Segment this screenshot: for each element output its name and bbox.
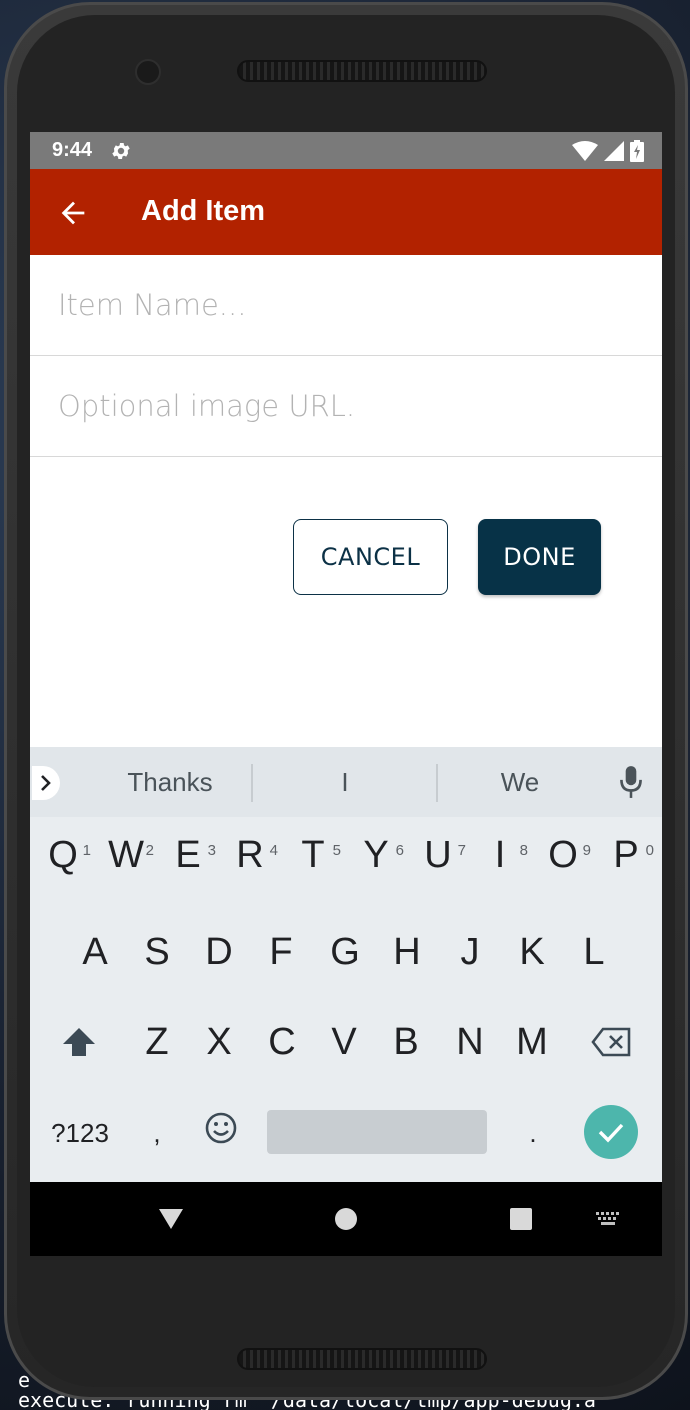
emoji-smiley-icon [205, 1112, 237, 1144]
key-p[interactable]: P 0 [596, 827, 656, 897]
key-d[interactable]: D [189, 922, 249, 982]
suggestion-divider [251, 764, 253, 802]
key-g[interactable]: G [315, 922, 375, 982]
key-label: O [548, 834, 578, 876]
navigation-bar [30, 1182, 662, 1256]
check-icon [598, 1123, 624, 1143]
key-n[interactable]: N [440, 1012, 500, 1072]
suggestion-3[interactable]: We [440, 765, 600, 799]
period-key[interactable]: . [518, 1113, 548, 1153]
key-q[interactable]: Q 1 [33, 827, 93, 897]
microphone-icon[interactable] [618, 765, 644, 799]
key-label: P [613, 834, 639, 876]
key-h[interactable]: H [377, 922, 437, 982]
key-j[interactable]: J [440, 922, 500, 982]
suggestion-divider [436, 764, 438, 802]
key-hint: 6 [395, 842, 404, 859]
key-m[interactable]: M [502, 1012, 562, 1072]
chevron-right-icon [41, 775, 51, 791]
key-label: Y [363, 834, 389, 876]
key-label: R [236, 834, 264, 876]
key-hint: 9 [582, 842, 591, 859]
key-z[interactable]: Z [127, 1012, 187, 1072]
front-camera [135, 59, 161, 85]
key-f[interactable]: F [251, 922, 311, 982]
nav-keyboard-switch-icon[interactable] [596, 1212, 622, 1226]
key-hint: 7 [457, 842, 466, 859]
space-key[interactable] [267, 1110, 487, 1154]
top-speaker-grille [237, 60, 487, 82]
image-url-input[interactable] [58, 376, 638, 436]
done-button[interactable]: DONE [478, 519, 601, 595]
key-c[interactable]: C [252, 1012, 312, 1072]
key-label: Q [48, 834, 78, 876]
backspace-key[interactable] [581, 1012, 641, 1072]
nav-back-triangle-icon[interactable] [158, 1207, 184, 1231]
key-hint: 2 [145, 842, 154, 859]
enter-key[interactable] [584, 1105, 638, 1159]
key-a[interactable]: A [65, 922, 125, 982]
nav-home-circle-icon[interactable] [334, 1207, 358, 1231]
key-hint: 3 [207, 842, 216, 859]
nav-recents-square-icon[interactable] [509, 1207, 533, 1231]
bottom-speaker-grille [237, 1348, 487, 1370]
key-b[interactable]: B [376, 1012, 436, 1072]
battery-icon [630, 140, 644, 162]
suggestion-expand-button[interactable] [32, 766, 60, 800]
soft-keyboard: Thanks I We Q 1 W 2 E 3 R 4 T 5 Y 6 U 7 … [30, 747, 662, 1182]
key-hint: 5 [332, 842, 341, 859]
cell-signal-icon [604, 141, 624, 161]
key-u[interactable]: U 7 [408, 827, 468, 897]
key-s[interactable]: S [127, 922, 187, 982]
key-v[interactable]: V [314, 1012, 374, 1072]
key-label: W [108, 834, 144, 876]
key-hint: 4 [269, 842, 278, 859]
key-o[interactable]: O 9 [533, 827, 593, 897]
item-name-input[interactable] [58, 275, 638, 335]
comma-key[interactable]: , [142, 1113, 172, 1153]
key-hint: 0 [645, 842, 654, 859]
key-e[interactable]: E 3 [158, 827, 218, 897]
key-y[interactable]: Y 6 [346, 827, 406, 897]
key-hint: 1 [82, 842, 91, 859]
key-r[interactable]: R 4 [220, 827, 280, 897]
suggestion-1[interactable]: Thanks [85, 765, 255, 799]
emoji-key[interactable] [200, 1107, 242, 1157]
status-icons [572, 140, 644, 162]
key-i[interactable]: I 8 [470, 827, 530, 897]
key-w[interactable]: W 2 [96, 827, 156, 897]
suggestion-bar: Thanks I We [30, 747, 662, 817]
key-hint: 8 [519, 842, 528, 859]
suggestion-2[interactable]: I [270, 765, 420, 799]
image-url-field [30, 356, 662, 457]
item-name-field [30, 255, 662, 356]
phone-screen: 9:44 Add Item CANCEL DONE [30, 132, 662, 1256]
key-t[interactable]: T 5 [283, 827, 343, 897]
key-x[interactable]: X [189, 1012, 249, 1072]
back-arrow-icon[interactable] [56, 196, 90, 230]
symbols-key[interactable]: ?123 [40, 1113, 120, 1153]
shift-key[interactable] [49, 1012, 109, 1072]
app-bar: Add Item [30, 169, 662, 255]
key-label: T [301, 834, 325, 876]
backspace-icon [591, 1027, 631, 1057]
settings-gear-icon [112, 143, 130, 159]
key-label: I [494, 834, 506, 876]
key-label: U [424, 834, 452, 876]
cancel-button[interactable]: CANCEL [293, 519, 448, 595]
shift-icon [63, 1028, 95, 1056]
key-l[interactable]: L [564, 922, 624, 982]
key-k[interactable]: K [502, 922, 562, 982]
status-bar: 9:44 [30, 132, 662, 169]
wifi-icon [572, 141, 598, 161]
page-title: Add Item [141, 195, 266, 227]
key-label: E [175, 834, 201, 876]
status-time: 9:44 [52, 139, 93, 161]
